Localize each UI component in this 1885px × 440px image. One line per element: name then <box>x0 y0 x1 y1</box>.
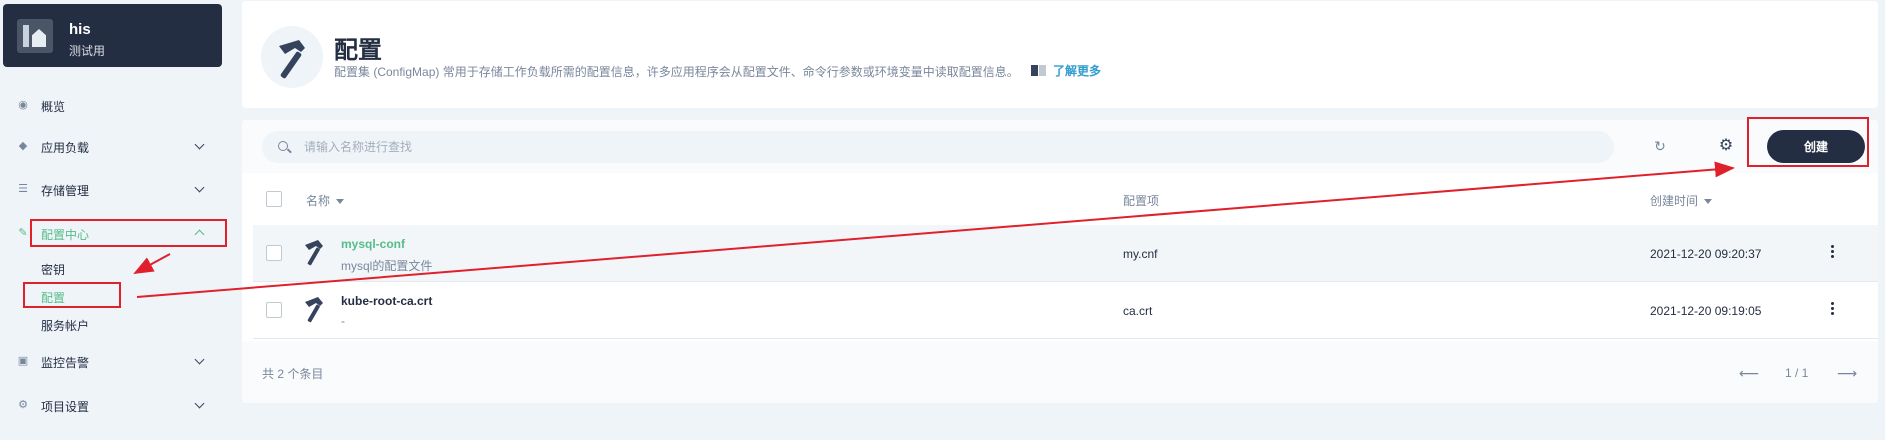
annotation-arrows <box>133 161 1735 298</box>
